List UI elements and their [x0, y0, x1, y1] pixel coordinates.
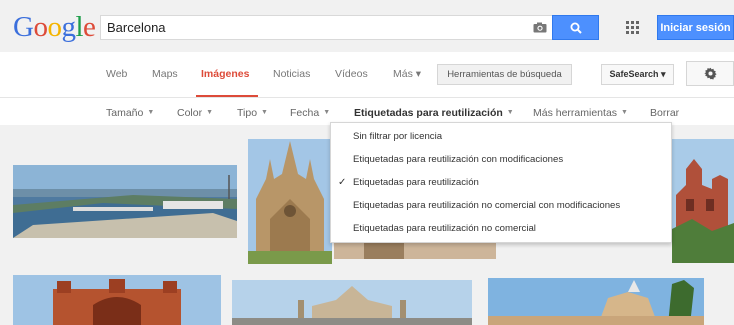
- search-input[interactable]: [101, 16, 501, 39]
- dropdown-option-selected[interactable]: ✓ Etiquetadas para reutilización: [331, 172, 671, 194]
- dropdown-option[interactable]: Sin filtrar por licencia: [331, 126, 671, 148]
- filter-color[interactable]: Color ▼: [177, 107, 213, 119]
- dropdown-option[interactable]: Etiquetadas para reutilización no comerc…: [331, 195, 671, 217]
- search-icon: [570, 22, 582, 34]
- search-type-tabs: Web Maps Imágenes Noticias Vídeos Más ▾ …: [0, 61, 734, 98]
- header-bar: Google Iniciar sesión: [0, 0, 734, 52]
- signin-button[interactable]: Iniciar sesión: [657, 15, 734, 40]
- clear-filters-link[interactable]: Borrar: [650, 107, 679, 119]
- settings-button[interactable]: [686, 61, 734, 86]
- divider: [0, 97, 734, 98]
- tab-web[interactable]: Web: [106, 68, 127, 80]
- tab-videos[interactable]: Vídeos: [335, 68, 368, 80]
- image-result[interactable]: [672, 139, 734, 263]
- camera-icon[interactable]: [533, 22, 547, 33]
- filter-more-tools[interactable]: Más herramientas ▼: [533, 107, 628, 119]
- checkmark-icon: ✓: [338, 177, 347, 188]
- filter-usage-rights[interactable]: Etiquetadas para reutilización ▼: [354, 107, 514, 119]
- tab-images[interactable]: Imágenes: [201, 68, 249, 80]
- safesearch-button[interactable]: SafeSearch ▾: [601, 64, 674, 85]
- image-result[interactable]: [232, 280, 472, 325]
- usage-rights-dropdown: Sin filtrar por licencia Etiquetadas par…: [330, 122, 672, 243]
- search-button[interactable]: [552, 15, 599, 40]
- search-tools-button[interactable]: Herramientas de búsqueda: [437, 64, 572, 85]
- dropdown-option[interactable]: Etiquetadas para reutilización no comerc…: [331, 218, 671, 240]
- filter-type[interactable]: Tipo ▼: [237, 107, 268, 119]
- tab-maps[interactable]: Maps: [152, 68, 178, 80]
- image-result[interactable]: [13, 165, 237, 238]
- google-logo[interactable]: Google: [13, 12, 96, 42]
- tab-more[interactable]: Más ▾: [393, 68, 421, 80]
- filter-date[interactable]: Fecha ▼: [290, 107, 330, 119]
- image-result[interactable]: [488, 278, 704, 325]
- image-result[interactable]: [13, 275, 221, 325]
- search-box[interactable]: [100, 15, 556, 40]
- image-result[interactable]: [248, 139, 332, 264]
- apps-grid-icon[interactable]: [626, 21, 640, 35]
- filter-size[interactable]: Tamaño ▼: [106, 107, 154, 119]
- gear-icon: [703, 67, 717, 80]
- tab-news[interactable]: Noticias: [273, 68, 310, 80]
- dropdown-option[interactable]: Etiquetadas para reutilización con modif…: [331, 149, 671, 171]
